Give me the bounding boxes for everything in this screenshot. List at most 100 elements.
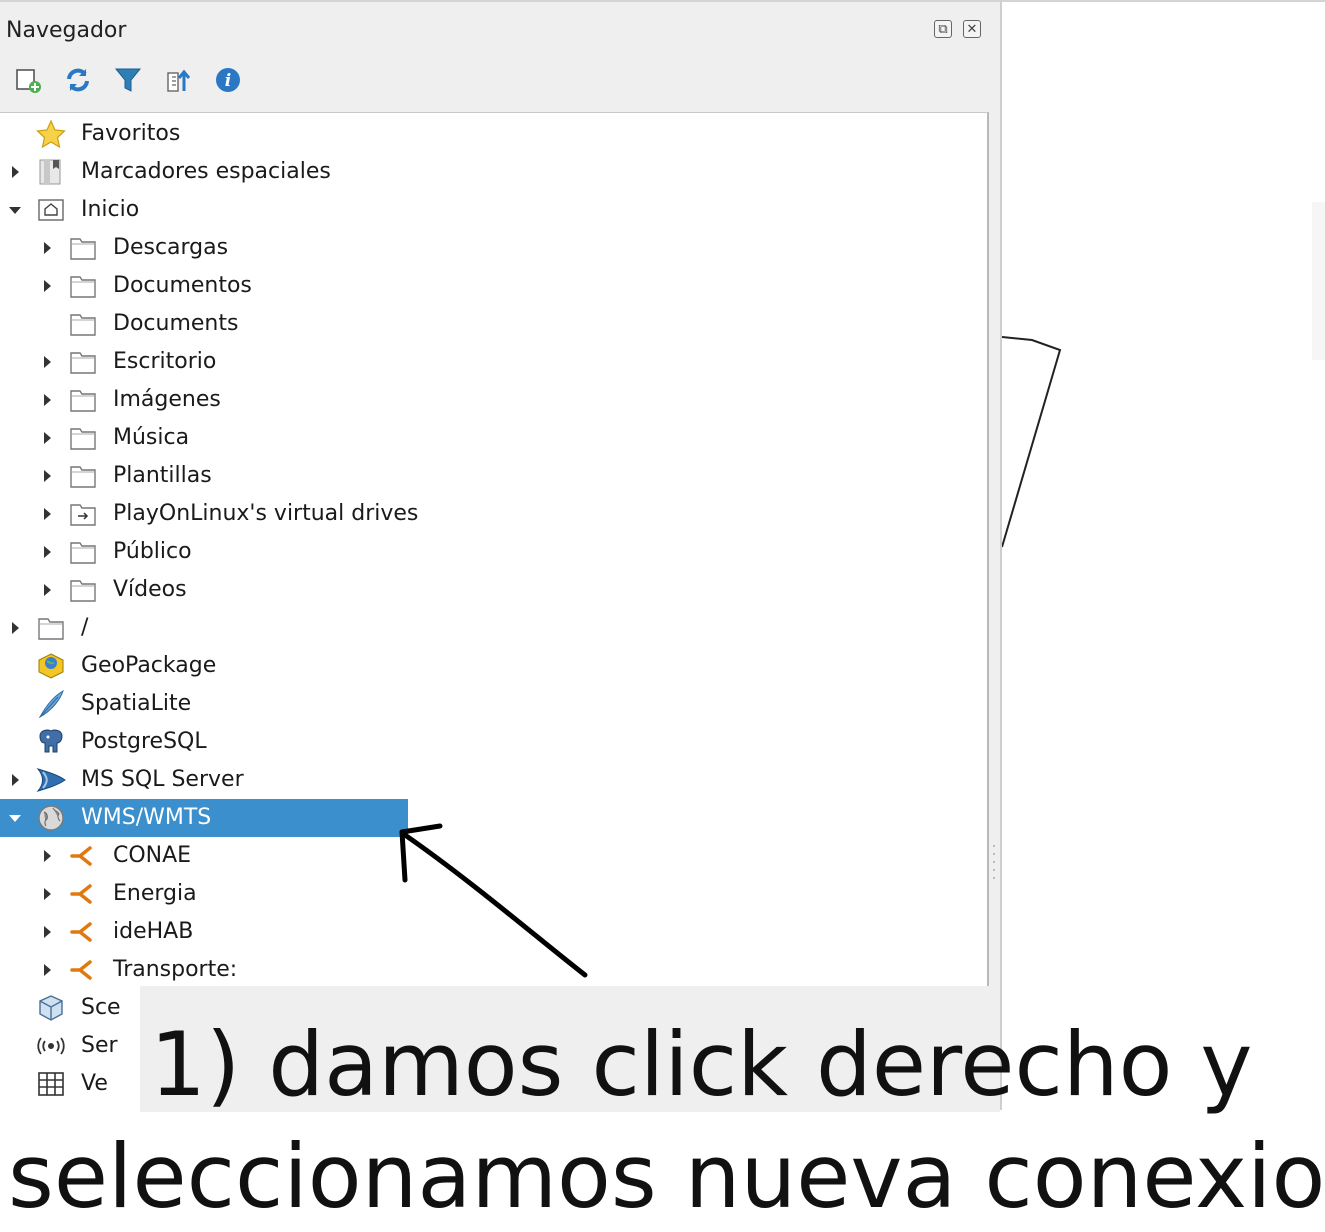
tree-item-label: Favoritos — [81, 121, 181, 146]
tree-item[interactable]: Documents — [0, 305, 980, 343]
tree-item[interactable]: CONAE — [0, 837, 980, 875]
tree-item[interactable]: Plantillas — [0, 457, 980, 495]
connection-icon — [68, 918, 98, 946]
expand-arrow-icon[interactable] — [40, 495, 56, 533]
tree-item[interactable]: Marcadores espaciales — [0, 153, 980, 191]
tree-item[interactable]: Transporte: — [0, 951, 980, 986]
mssql-icon — [36, 766, 66, 794]
folder-icon — [68, 310, 98, 338]
connection-icon — [68, 956, 98, 984]
tree-item-label: CONAE — [113, 843, 192, 868]
expand-arrow-icon[interactable] — [40, 343, 56, 381]
tree-item-label: Descargas — [113, 235, 229, 260]
star-icon — [36, 119, 66, 149]
grid-icon — [36, 1070, 66, 1098]
map-canvas[interactable] — [1000, 0, 1325, 1110]
resize-handle[interactable] — [991, 842, 997, 882]
info-icon[interactable]: i — [210, 62, 246, 98]
folder-icon — [68, 386, 98, 414]
tree-item[interactable]: Escritorio — [0, 343, 980, 381]
expand-arrow-icon[interactable] — [8, 609, 24, 647]
tree-item[interactable]: ideHAB — [0, 913, 980, 951]
collapse-arrow-icon[interactable] — [8, 799, 24, 837]
browser-tree: Favoritos Marcadores espaciales Inicio Desc… — [0, 112, 989, 986]
filter-icon[interactable] — [110, 62, 146, 98]
tree-item[interactable]: Inicio — [0, 191, 980, 229]
tree-item-label: Público — [113, 539, 192, 564]
float-panel-icon[interactable]: ⧉ — [934, 20, 952, 38]
folder-icon — [68, 462, 98, 490]
folder-link-icon — [68, 500, 98, 528]
tree-item[interactable]: Favoritos — [0, 115, 980, 153]
tree-item[interactable]: WMS/WMTS — [0, 799, 408, 837]
wifi-icon — [36, 1032, 66, 1060]
tree-item-label: PostgreSQL — [81, 729, 207, 754]
tree-item[interactable]: Público — [0, 533, 980, 571]
tree-item-label: Marcadores espaciales — [81, 159, 331, 184]
tree-item-label: SpatiaLite — [81, 691, 192, 716]
tree-item[interactable]: GeoPackage — [0, 647, 980, 685]
expand-arrow-icon[interactable] — [40, 533, 56, 571]
tree-item-label: Imágenes — [113, 387, 221, 412]
tree-item[interactable]: Vídeos — [0, 571, 980, 609]
expand-arrow-icon[interactable] — [40, 229, 56, 267]
folder-icon — [36, 614, 66, 642]
tree-item[interactable]: Ser — [0, 1027, 140, 1065]
expand-arrow-icon[interactable] — [8, 761, 24, 799]
tree-item-label: Escritorio — [113, 349, 217, 374]
close-panel-icon[interactable]: ✕ — [963, 20, 981, 38]
tree-item-label: GeoPackage — [81, 653, 217, 678]
folder-icon — [68, 576, 98, 604]
tree-item[interactable]: PlayOnLinux's virtual drives — [0, 495, 980, 533]
tree-item-label: Ser — [81, 1033, 118, 1058]
tree-item-label: PlayOnLinux's virtual drives — [113, 501, 419, 526]
tree-item-label: Sce — [81, 995, 121, 1020]
svg-text:i: i — [225, 71, 231, 91]
home-folder-icon — [36, 196, 66, 224]
cube-icon — [36, 994, 66, 1022]
expand-arrow-icon[interactable] — [40, 951, 56, 986]
folder-icon — [68, 348, 98, 376]
collapse-arrow-icon[interactable] — [8, 191, 24, 229]
expand-arrow-icon[interactable] — [40, 267, 56, 305]
tree-item-label: Vídeos — [113, 577, 187, 602]
panel-titlebar: Navegador ⧉ ✕ — [0, 2, 1000, 60]
collapse-all-icon[interactable] — [160, 62, 196, 98]
connection-icon — [68, 842, 98, 870]
tree-item-label: ideHAB — [113, 919, 194, 944]
tree-item-label: Transporte: — [113, 957, 238, 982]
annotation-line-2: seleccionamos nueva conexion — [8, 1125, 1325, 1228]
expand-arrow-icon[interactable] — [40, 913, 56, 951]
tree-item-label: / — [81, 615, 89, 640]
expand-arrow-icon[interactable] — [40, 837, 56, 875]
tree-item-label: Plantillas — [113, 463, 212, 488]
tree-item[interactable]: Imágenes — [0, 381, 980, 419]
tree-item[interactable]: / — [0, 609, 980, 647]
add-layer-icon[interactable] — [10, 62, 46, 98]
tree-item[interactable]: PostgreSQL — [0, 723, 980, 761]
expand-arrow-icon[interactable] — [8, 153, 24, 191]
browser-panel: Navegador ⧉ ✕ i Favoritos Marcadores esp… — [0, 0, 1000, 1115]
tree-item[interactable]: Música — [0, 419, 980, 457]
tree-item[interactable]: MS SQL Server — [0, 761, 980, 799]
tree-item[interactable]: Documentos — [0, 267, 980, 305]
expand-arrow-icon[interactable] — [40, 381, 56, 419]
geopackage-icon — [36, 652, 66, 680]
expand-arrow-icon[interactable] — [40, 419, 56, 457]
bookmark-icon — [36, 158, 66, 186]
expand-arrow-icon[interactable] — [40, 875, 56, 913]
tree-item-label: Energia — [113, 881, 197, 906]
browser-tree-overflow: Sce Ser Ve — [0, 985, 140, 1115]
expand-arrow-icon[interactable] — [40, 571, 56, 609]
connection-icon — [68, 880, 98, 908]
tree-item[interactable]: SpatiaLite — [0, 685, 980, 723]
tree-item[interactable]: Energia — [0, 875, 980, 913]
tree-item[interactable]: Descargas — [0, 229, 980, 267]
feather-icon — [36, 689, 66, 719]
refresh-icon[interactable] — [60, 62, 96, 98]
tree-item-label: Documents — [113, 311, 239, 336]
tree-item[interactable]: Ve — [0, 1065, 140, 1103]
tree-item[interactable]: Sce — [0, 989, 140, 1027]
tree-item-label: Documentos — [113, 273, 252, 298]
expand-arrow-icon[interactable] — [40, 457, 56, 495]
